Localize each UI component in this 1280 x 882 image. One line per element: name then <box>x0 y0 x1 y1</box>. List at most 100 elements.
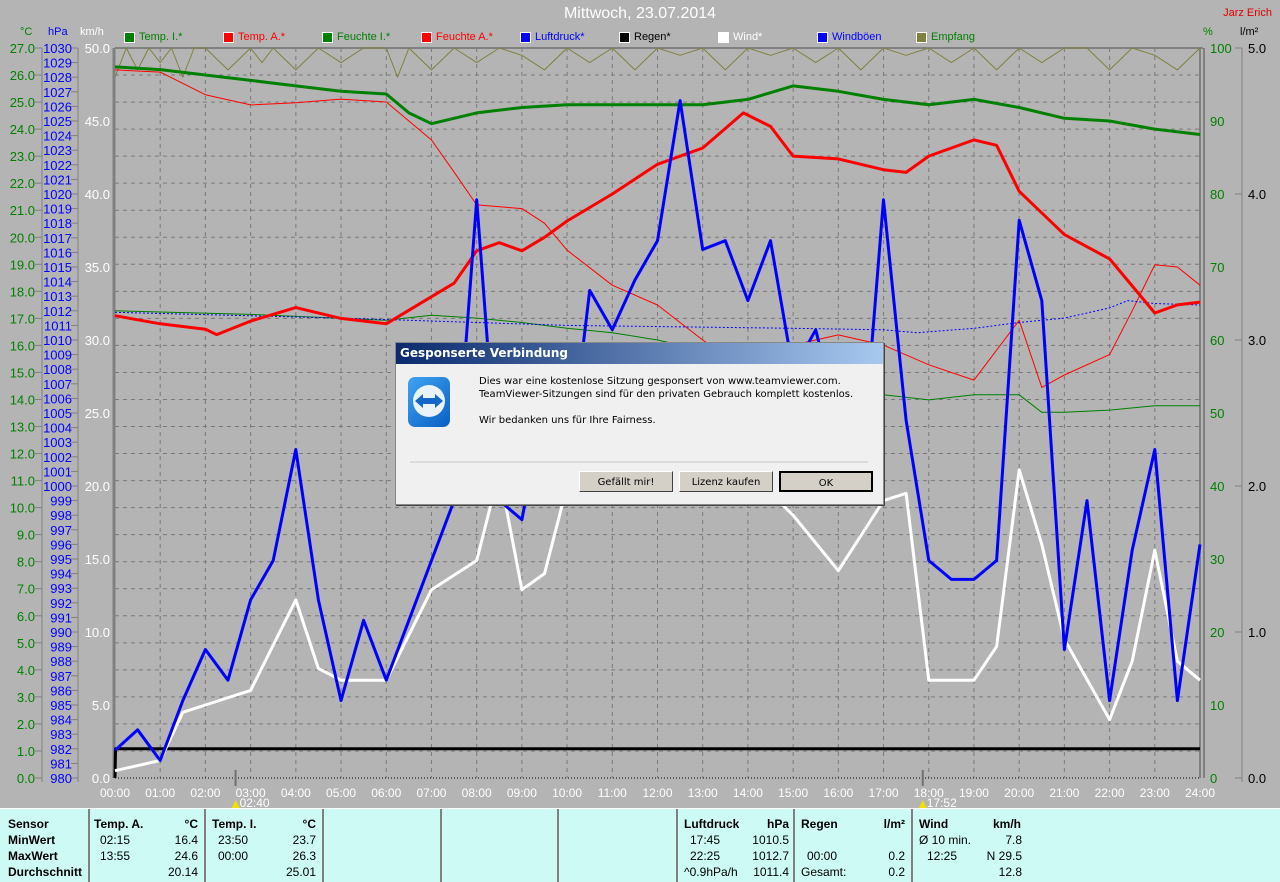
pressure-tick-label: 981 <box>50 756 72 771</box>
dialog-separator <box>410 461 868 463</box>
rain-max-time: 00:00 <box>807 849 838 863</box>
wind-header: Wind <box>919 817 949 831</box>
pressure-max: 1012.7 <box>752 849 789 863</box>
legend-item: Feuchte I.* <box>322 31 421 43</box>
humidity-tick-label: 40 <box>1210 479 1224 494</box>
temp-i-avg: 25.01 <box>285 865 316 879</box>
wind-avg10: 7.8 <box>1005 833 1022 847</box>
wind-unit-cell: km/h <box>993 817 1022 831</box>
wind-tick-label: 45.0 <box>85 114 110 129</box>
ok-button[interactable]: OK <box>779 471 873 492</box>
temp-tick-label: 17.0 <box>10 311 35 326</box>
pressure-tick-label: 1002 <box>43 450 72 465</box>
x-tick-label: 20:00 <box>1004 786 1034 800</box>
legend-item: Luftdruck* <box>520 31 619 43</box>
temp-tick-label: 20.0 <box>10 230 35 245</box>
temp-a-header: Temp. A. <box>94 817 144 831</box>
temp-tick-label: 9.0 <box>17 528 35 543</box>
wind-tick-label: 35.0 <box>85 260 110 275</box>
temp-i-max: 26.3 <box>292 849 316 863</box>
row-label: Durchschnitt <box>8 865 83 879</box>
pressure-tick-label: 982 <box>50 742 72 757</box>
temp-tick-label: 14.0 <box>10 392 35 407</box>
row-label: MinWert <box>8 833 56 847</box>
pressure-tick-label: 1013 <box>43 289 72 304</box>
pressure-tick-label: 1006 <box>43 391 72 406</box>
buy-license-button[interactable]: Lizenz kaufen <box>679 471 773 492</box>
legend-label: Temp. A.* <box>238 31 286 43</box>
row-label: Sensor <box>8 817 49 831</box>
sponsored-session-dialog: Gesponserte Verbindung Dies war eine kos… <box>395 342 884 505</box>
sunrise-label: 02:40 <box>240 796 270 808</box>
wind-tick-label: 10.0 <box>85 625 110 640</box>
pressure-tick-label: 998 <box>50 508 72 523</box>
rain-unit: l/m² <box>1240 26 1259 38</box>
legend-item: Feuchte A.* <box>421 31 520 43</box>
legend-swatch <box>718 31 729 43</box>
pressure-header: Luftdruck <box>684 817 740 831</box>
x-tick-label: 16:00 <box>823 786 853 800</box>
legend-item: Temp. A.* <box>223 31 322 43</box>
pressure-tick-label: 1009 <box>43 348 72 363</box>
pressure-tick-label: 1001 <box>43 464 72 479</box>
pressure-tick-label: 990 <box>50 625 72 640</box>
humidity-tick-label: 30 <box>1210 552 1224 567</box>
temp-tick-label: 6.0 <box>17 609 35 624</box>
legend: Temp. I.* Temp. A.* Feuchte I.* Feuchte A.*… <box>124 31 1036 43</box>
pressure-tick-label: 1028 <box>43 70 72 85</box>
legend-item: Empfang <box>916 31 1036 43</box>
temp-tick-label: 1.0 <box>17 744 35 759</box>
legend-label: Wind* <box>733 31 763 43</box>
legend-swatch <box>124 31 135 43</box>
pressure-min-time: 17:45 <box>690 833 721 847</box>
rain-total: 0.2 <box>888 865 905 879</box>
wind-tick-label: 5.0 <box>92 698 110 713</box>
x-tick-label: 00:00 <box>100 786 130 800</box>
like-button[interactable]: Gefällt mir! <box>579 471 673 492</box>
temp-tick-label: 15.0 <box>10 365 35 380</box>
legend-swatch <box>322 31 333 43</box>
pressure-tick-label: 995 <box>50 552 72 567</box>
temp-tick-label: 22.0 <box>10 176 35 191</box>
humidity-tick-label: 20 <box>1210 625 1224 640</box>
rain-unit-cell: l/m² <box>883 817 905 831</box>
pressure-trend: ^0.9hPa/h <box>684 865 738 879</box>
temp-tick-label: 7.0 <box>17 582 35 597</box>
wind-unit: km/h <box>80 26 104 38</box>
pressure-tick-label: 1023 <box>43 143 72 158</box>
legend-label: Temp. I.* <box>139 31 183 43</box>
pressure-unit: hPa <box>48 26 68 38</box>
temp-tick-label: 10.0 <box>10 501 35 516</box>
author-label: Jarz Erich <box>1223 7 1272 19</box>
temp-tick-label: 4.0 <box>17 663 35 678</box>
x-tick-label: 06:00 <box>371 786 401 800</box>
temp-tick-label: 13.0 <box>10 420 35 435</box>
pressure-tick-label: 1025 <box>43 114 72 129</box>
x-tick-label: 04:00 <box>281 786 311 800</box>
legend-swatch <box>619 31 630 43</box>
sunset-icon <box>918 800 927 808</box>
temp-i-unit: °C <box>302 817 316 831</box>
wind-tick-label: 25.0 <box>85 406 110 421</box>
pressure-tick-label: 1000 <box>43 479 72 494</box>
teamviewer-logo-icon <box>408 377 450 427</box>
temp-tick-label: 5.0 <box>17 636 35 651</box>
wind-max-time: 12:25 <box>927 849 958 863</box>
dialog-title: Gesponserte Verbindung <box>396 343 883 364</box>
pressure-tick-label: 986 <box>50 683 72 698</box>
dialog-message: Dies war eine kostenlose Sitzung gespons… <box>479 375 853 427</box>
humidity-tick-label: 80 <box>1210 187 1224 202</box>
temp-a-max: 24.6 <box>174 849 198 863</box>
x-tick-label: 19:00 <box>959 786 989 800</box>
legend-item: Windböen <box>817 31 916 43</box>
rain-total-label: Gesamt: <box>801 865 847 879</box>
wind-avg10-label: Ø 10 min. <box>919 833 972 847</box>
pressure-tick-label: 1011 <box>44 318 72 333</box>
temp-a-unit: °C <box>184 817 198 831</box>
pressure-tick-label: 992 <box>50 596 72 611</box>
humidity-tick-label: 0 <box>1210 771 1217 786</box>
pressure-tick-label: 984 <box>50 713 72 728</box>
temp-tick-label: 8.0 <box>17 555 35 570</box>
temp-i-header: Temp. I. <box>212 817 257 831</box>
x-tick-label: 17:00 <box>869 786 899 800</box>
